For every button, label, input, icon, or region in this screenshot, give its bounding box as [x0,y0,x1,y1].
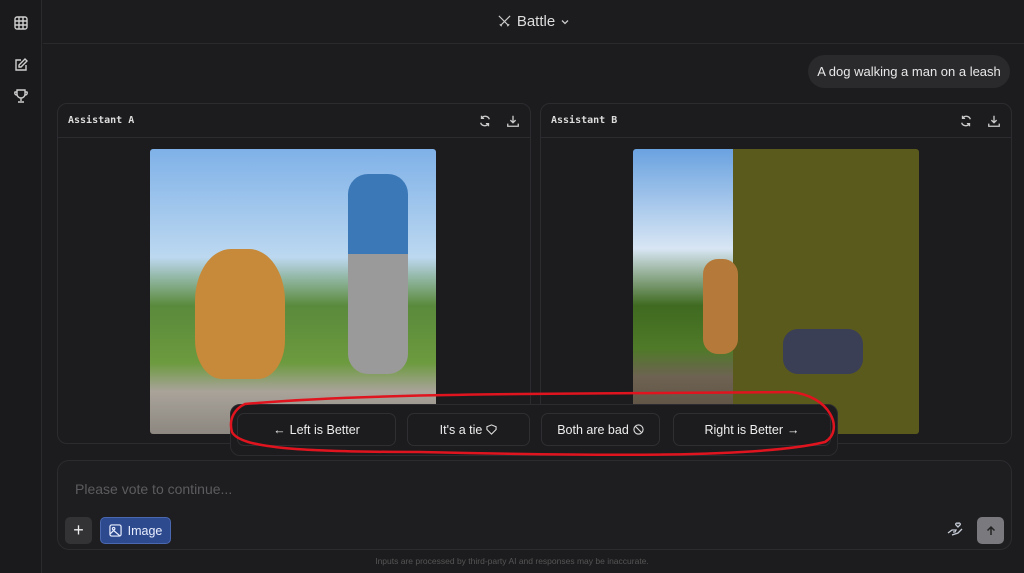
new-chat-icon[interactable] [13,57,29,73]
generated-image-b [633,149,919,434]
handshake-icon [486,424,497,435]
arrow-up-icon [986,525,995,535]
tie-button[interactable]: It's a tie [407,413,530,446]
left-is-better-button[interactable]: ← Left is Better [237,413,396,446]
panel-title: Assistant A [68,115,135,126]
mode-title: Battle [516,13,556,30]
download-icon[interactable] [987,114,1001,128]
arrow-right-icon: → [787,422,800,437]
regenerate-icon[interactable] [959,114,973,128]
panel-title: Assistant B [551,115,618,126]
both-bad-button[interactable]: Both are bad [541,413,660,446]
disclaimer: Inputs are processed by third-party AI a… [375,556,649,566]
chat-input[interactable]: Please vote to continue... + Image [57,460,1012,550]
ban-icon [633,424,644,435]
user-prompt-bubble: A dog walking a man on a leash [808,55,1010,88]
assistant-a-panel: Assistant A [57,103,531,444]
send-button[interactable] [977,517,1004,544]
assistant-b-panel: Assistant B [540,103,1012,444]
input-placeholder: Please vote to continue... [75,481,233,497]
mode-selector[interactable]: Battle [43,0,1024,44]
image-icon [108,524,122,537]
hand-heart-icon[interactable] [946,521,964,539]
arrow-left-icon: ← [273,422,286,437]
right-is-better-button[interactable]: Right is Better → [673,413,831,446]
image-mode-button[interactable]: Image [100,517,171,544]
chevron-down-icon [561,19,569,24]
sidebar [0,0,42,573]
download-icon[interactable] [506,114,520,128]
plus-icon: + [73,520,84,540]
regenerate-icon[interactable] [478,114,492,128]
swords-icon [498,15,511,27]
table-icon[interactable] [13,15,29,31]
add-button[interactable]: + [65,517,92,544]
generated-image-a [150,149,436,434]
vote-bar: ← Left is Better It's a tie Both are bad … [230,404,838,456]
trophy-icon[interactable] [13,88,29,104]
